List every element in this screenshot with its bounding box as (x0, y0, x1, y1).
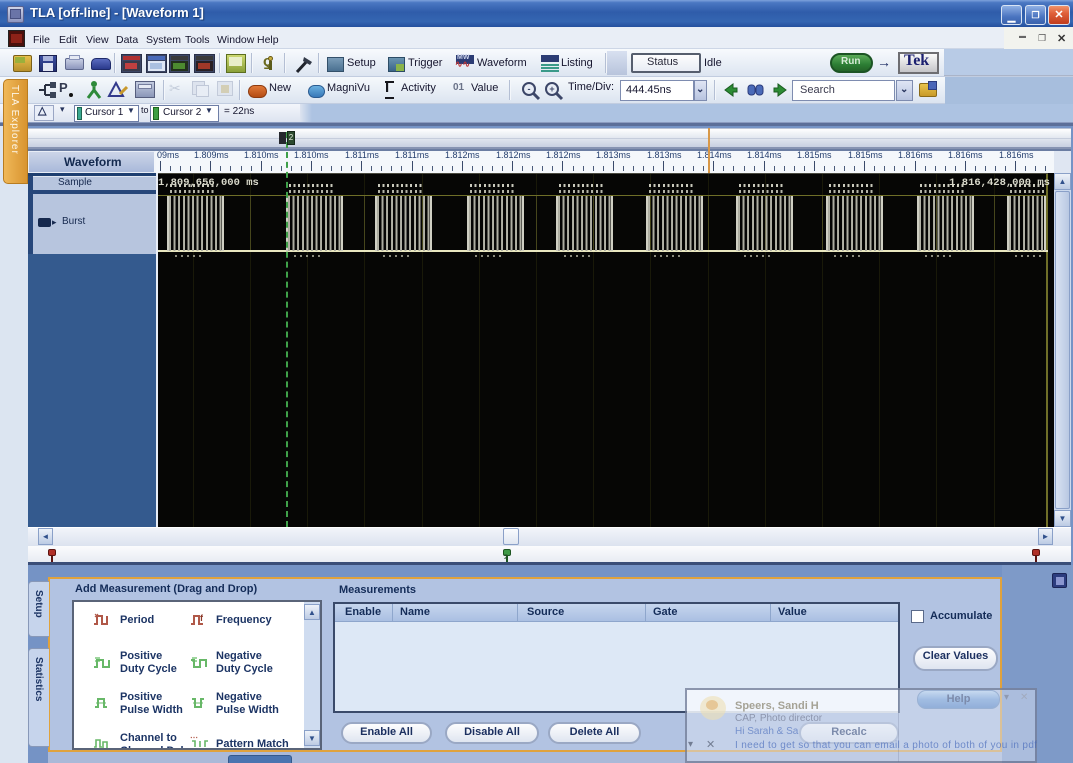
svg-text:-: - (528, 84, 531, 94)
svg-text:f: f (200, 613, 204, 623)
svg-text:+: + (549, 84, 554, 94)
